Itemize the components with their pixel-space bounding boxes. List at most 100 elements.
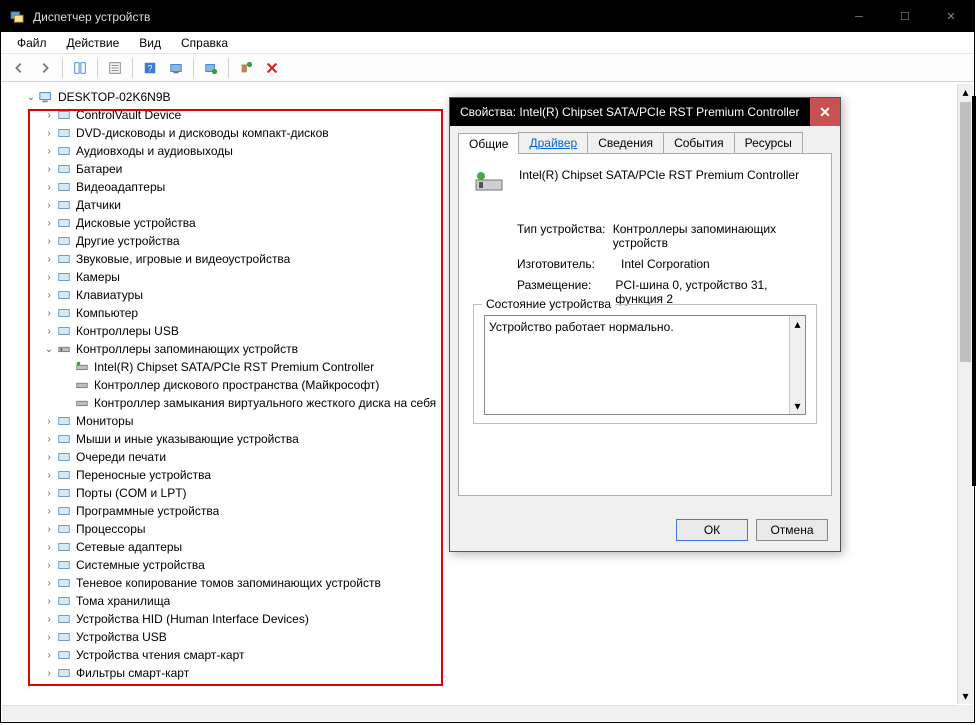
expander-open-icon[interactable]: ⌄	[42, 344, 56, 355]
category-icon	[56, 197, 72, 213]
device-icon	[473, 168, 505, 200]
tab-driver[interactable]: Драйвер	[518, 132, 588, 153]
expander-closed-icon[interactable]: ›	[42, 560, 56, 571]
computer-icon	[38, 89, 54, 105]
tab-general[interactable]: Общие	[458, 133, 519, 154]
expander-closed-icon[interactable]: ›	[42, 614, 56, 625]
device-name: Intel(R) Chipset SATA/PCIe RST Premium C…	[519, 168, 799, 182]
expander-closed-icon[interactable]: ›	[42, 164, 56, 175]
tree-label: Компьютер	[76, 306, 138, 320]
tree-node-b9[interactable]: › Теневое копирование томов запоминающих …	[2, 574, 957, 592]
app-icon	[9, 9, 25, 25]
tree-label: Дисковые устройства	[76, 216, 196, 230]
dialog-close-button[interactable]: ✕	[810, 98, 840, 126]
tab-resources[interactable]: Ресурсы	[734, 132, 803, 153]
expander-closed-icon[interactable]: ›	[42, 272, 56, 283]
expander-closed-icon[interactable]: ›	[42, 596, 56, 607]
category-icon	[56, 431, 72, 447]
scroll-down-icon[interactable]: ▾	[958, 688, 973, 704]
scroll-up-icon[interactable]: ▴	[790, 316, 805, 332]
expander-closed-icon[interactable]: ›	[42, 578, 56, 589]
cancel-button[interactable]: Отмена	[756, 519, 828, 541]
tab-details[interactable]: Сведения	[587, 132, 664, 153]
dialog-titlebar[interactable]: Свойства: Intel(R) Chipset SATA/PCIe RST…	[450, 98, 840, 126]
device-status-text[interactable]: Устройство работает нормально. ▴ ▾	[484, 315, 806, 415]
category-icon	[56, 575, 72, 591]
tree-label: Мыши и иные указывающие устройства	[76, 432, 299, 446]
menubar: Файл Действие Вид Справка	[1, 32, 974, 54]
expander-closed-icon[interactable]: ›	[42, 110, 56, 121]
tree-node-b13[interactable]: ›Устройства чтения смарт-карт	[2, 646, 957, 664]
maximize-button[interactable]: ☐	[882, 1, 928, 32]
expander-closed-icon[interactable]: ›	[42, 632, 56, 643]
expander-closed-icon[interactable]: ›	[42, 470, 56, 481]
scan-button[interactable]	[164, 57, 188, 79]
category-icon	[56, 323, 72, 339]
close-button[interactable]: ✕	[928, 1, 974, 32]
expander-closed-icon[interactable]: ›	[42, 236, 56, 247]
expander-closed-icon[interactable]: ›	[42, 668, 56, 679]
scroll-up-icon[interactable]: ▴	[958, 84, 973, 100]
expander-closed-icon[interactable]: ›	[42, 128, 56, 139]
tree-node-b14[interactable]: ›Фильтры смарт-карт	[2, 664, 957, 682]
help-button[interactable]: ?	[138, 57, 162, 79]
tree-node-b8[interactable]: ›Системные устройства	[2, 556, 957, 574]
expander-closed-icon[interactable]: ›	[42, 506, 56, 517]
ok-button[interactable]: ОК	[676, 519, 748, 541]
expander-closed-icon[interactable]: ›	[42, 434, 56, 445]
menu-file[interactable]: Файл	[9, 34, 55, 52]
tree-label: Контроллеры запоминающих устройств	[76, 342, 298, 356]
scroll-down-icon[interactable]: ▾	[790, 398, 805, 414]
tree-label: Устройства HID (Human Interface Devices)	[76, 612, 309, 626]
tree-label: Контроллер замыкания виртуального жестко…	[94, 396, 436, 410]
category-icon	[56, 413, 72, 429]
category-icon	[56, 179, 72, 195]
label-device-type: Тип устройства:	[517, 222, 613, 250]
expander-closed-icon[interactable]: ›	[42, 326, 56, 337]
update-driver-button[interactable]	[199, 57, 223, 79]
tab-events[interactable]: События	[663, 132, 735, 153]
show-hide-tree-button[interactable]	[68, 57, 92, 79]
separator	[62, 58, 63, 78]
properties-button[interactable]	[103, 57, 127, 79]
menu-action[interactable]: Действие	[59, 34, 128, 52]
menu-help[interactable]: Справка	[173, 34, 236, 52]
expander-closed-icon[interactable]: ›	[42, 254, 56, 265]
menu-view[interactable]: Вид	[131, 34, 169, 52]
window-title: Диспетчер устройств	[33, 10, 150, 24]
vertical-scrollbar[interactable]: ▴ ▾	[957, 84, 973, 704]
expander-closed-icon[interactable]: ›	[42, 416, 56, 427]
expander-closed-icon[interactable]: ›	[42, 308, 56, 319]
tree-node-b11[interactable]: › Устройства HID (Human Interface Devices…	[2, 610, 957, 628]
uninstall-button[interactable]	[234, 57, 258, 79]
status-legend: Состояние устройства	[482, 297, 615, 311]
tree-node-b12[interactable]: ›Устройства USB	[2, 628, 957, 646]
tree-label: Теневое копирование томов запоминающих у…	[76, 576, 381, 590]
forward-button[interactable]	[33, 57, 57, 79]
expander-closed-icon[interactable]: ›	[42, 218, 56, 229]
expander-closed-icon[interactable]: ›	[42, 146, 56, 157]
category-icon	[56, 449, 72, 465]
expander-closed-icon[interactable]: ›	[42, 488, 56, 499]
tree-node-b10[interactable]: ›Тома хранилища	[2, 592, 957, 610]
expander-closed-icon[interactable]: ›	[42, 290, 56, 301]
scroll-thumb[interactable]	[960, 102, 971, 362]
minimize-button[interactable]: ─	[836, 1, 882, 32]
expander-closed-icon[interactable]: ›	[42, 542, 56, 553]
expander-closed-icon[interactable]: ›	[42, 452, 56, 463]
tree-label: Процессоры	[76, 522, 146, 536]
separator	[97, 58, 98, 78]
dialog-tabs: Общие Драйвер Сведения События Ресурсы	[458, 132, 832, 154]
category-icon	[56, 215, 72, 231]
horizontal-scrollbar[interactable]	[2, 705, 957, 721]
expander-closed-icon[interactable]: ›	[42, 650, 56, 661]
back-button[interactable]	[7, 57, 31, 79]
storage-controller-icon	[74, 359, 90, 375]
window-controls: ─ ☐ ✕	[836, 1, 974, 32]
expander-closed-icon[interactable]: ›	[42, 182, 56, 193]
expander-closed-icon[interactable]: ›	[42, 200, 56, 211]
expander-open-icon[interactable]: ⌄	[24, 92, 38, 103]
expander-closed-icon[interactable]: ›	[42, 524, 56, 535]
status-scrollbar[interactable]: ▴ ▾	[789, 316, 805, 414]
delete-button[interactable]	[260, 57, 284, 79]
